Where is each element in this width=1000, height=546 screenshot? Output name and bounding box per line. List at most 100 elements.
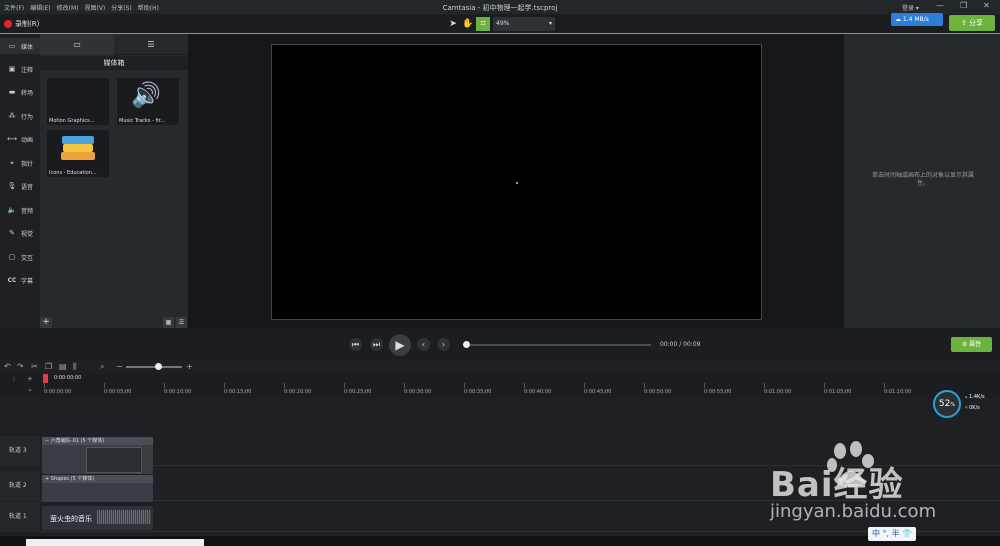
close-button[interactable]: ✕ <box>983 1 990 10</box>
scrub-bar[interactable] <box>465 344 651 346</box>
select-tool-icon[interactable]: ➤ <box>446 17 460 31</box>
redo-icon[interactable]: ↷ <box>17 362 24 371</box>
track-label[interactable]: 轨道 3 <box>0 436 40 466</box>
track-label[interactable]: 轨道 2 <box>0 471 40 501</box>
step-back-icon[interactable]: ⏮ <box>349 338 362 351</box>
sidebar-item-annotations[interactable]: ▣ 注释 <box>0 61 40 77</box>
cursor-icon: ⌖ <box>10 158 14 167</box>
add-track-icon[interactable]: + <box>27 375 33 383</box>
tab-library[interactable]: ☰ <box>114 34 188 55</box>
properties-button[interactable]: ⚙ 属性 <box>951 337 992 352</box>
list-view-icon[interactable]: ☰ <box>176 317 187 328</box>
timeline-zoom-slider[interactable] <box>126 366 182 368</box>
clip-header: + Shapes (5 个媒体) <box>42 475 153 483</box>
view-toggle: ▦ ☰ <box>163 317 187 328</box>
ruler-tick-mark <box>284 383 285 388</box>
zoom-select[interactable]: 49% ▾ <box>493 17 555 31</box>
media-bin-title: 媒体箱 <box>40 56 188 70</box>
cut-icon[interactable]: ✂ <box>31 362 38 371</box>
sidebar-item-voice[interactable]: 🎙 语音 <box>0 178 40 194</box>
tab-media-bin[interactable]: ▭ <box>40 34 114 55</box>
books-icon <box>61 132 95 166</box>
paste-icon[interactable]: ▤ <box>59 362 67 371</box>
media-item-label: Motion Graphics... <box>49 118 95 124</box>
clip-thumbnail <box>86 447 142 473</box>
audio-clip[interactable]: 萤火虫的音乐 <box>42 506 153 530</box>
login-button[interactable]: 登录 ▾ <box>902 3 919 12</box>
ruler-tick-mark <box>404 383 405 388</box>
zoom-out-icon[interactable]: − <box>116 362 123 371</box>
next-icon[interactable]: › <box>437 338 450 351</box>
shapes-clip[interactable]: + Shapes (5 个媒体) <box>42 475 153 502</box>
copy-icon[interactable]: ❐ <box>45 362 52 371</box>
sidebar-item-audio[interactable]: 🔈 音频 <box>0 202 40 218</box>
add-media-button[interactable]: + <box>40 317 52 328</box>
audio-clip-name: 萤火虫的音乐 <box>50 515 92 523</box>
sidebar-item-label: 注释 <box>21 66 34 74</box>
previous-icon[interactable]: ‹ <box>417 338 430 351</box>
sidebar-item-label: 转场 <box>21 89 34 97</box>
collapse-icon[interactable]: ⌄ <box>27 385 33 393</box>
sidebar-item-cursor[interactable]: ⌖ 指针 <box>0 155 40 171</box>
chevron-down-icon: ▾ <box>548 20 552 27</box>
media-item-music-tracks[interactable]: 🔊 Music Tracks - fir... <box>117 78 179 125</box>
sidebar-item-label: 指针 <box>21 160 34 168</box>
sidebar-item-visual[interactable]: ✎ 视觉 <box>0 225 40 241</box>
pan-tool-icon[interactable]: ✋ <box>461 17 475 31</box>
zoom-in-icon[interactable]: + <box>186 362 193 371</box>
properties-panel: 单击时间轴或画布上的对象以显示其属性。 <box>844 34 1000 328</box>
timeline-zoom-handle[interactable] <box>155 363 162 370</box>
track-label[interactable]: 轨道 1 <box>0 502 40 532</box>
ruler-tick-mark <box>704 383 705 388</box>
media-tabs: ▭ ☰ <box>40 34 188 55</box>
sidebar-item-label: 动画 <box>21 136 34 144</box>
playhead[interactable] <box>43 374 48 383</box>
ruler-tick-mark <box>884 383 885 388</box>
split-icon[interactable]: ⫼ <box>73 362 77 372</box>
minimize-button[interactable]: — <box>936 1 944 10</box>
record-button[interactable]: 录制(R) <box>4 19 39 29</box>
window-title: Camtasia - 初中物理一起学.tscproj <box>442 4 558 12</box>
captions-icon: CC <box>7 276 17 284</box>
crop-tool-icon[interactable]: ⌗ <box>476 17 490 31</box>
step-forward-icon[interactable]: ⏭ <box>370 338 383 351</box>
maximize-button[interactable]: ❐ <box>960 1 967 10</box>
baidu-watermark: Bai经验 jingyan.baidu.com <box>740 437 1000 527</box>
ruler-tick-mark <box>224 383 225 388</box>
upload-speed: 1.4 MB/s <box>902 16 929 23</box>
ime-indicator[interactable]: 中 °, 半 👕 <box>868 527 917 541</box>
visual-icon: ✎ <box>9 229 15 237</box>
play-icon[interactable]: ▶ <box>389 334 411 356</box>
timeline-ruler[interactable]: ⋮ + ⌄ 0:00:00;00 0:00:00;00 0:00:05;00 0:0… <box>0 374 1000 398</box>
sidebar-item-media[interactable]: ▭ 媒体 <box>0 38 40 54</box>
ruler-tick-label: 0:00:40;00 <box>524 389 552 395</box>
waveform <box>97 510 151 524</box>
group-clip[interactable]: − 六角编队-01 (5 个媒体) <box>42 437 153 474</box>
undo-icon[interactable]: ↶ <box>4 362 11 371</box>
share-button[interactable]: ⇪ 分享 <box>949 15 995 31</box>
sidebar-item-interaction[interactable]: ▢ 交互 <box>0 249 40 265</box>
search-icon[interactable]: ⌕ <box>100 362 104 372</box>
speaker-icon: 🔊 <box>131 81 161 109</box>
ruler-tick-label: 0:00:20;00 <box>284 389 312 395</box>
sidebar-item-captions[interactable]: CC 字幕 <box>0 272 40 288</box>
sidebar-item-animations[interactable]: ⟷ 动画 <box>0 131 40 147</box>
media-item-label: Icons - Education... <box>49 170 97 176</box>
scrub-handle[interactable] <box>463 341 470 348</box>
ruler-tick-label: 0:00:35;00 <box>464 389 492 395</box>
record-icon <box>4 20 12 28</box>
timeline-toolbar: ↶ ↷ ✂ ❐ ▤ ⫼ ⌕ − + <box>0 360 1000 374</box>
main-toolbar: 录制(R) ➤ ✋ ⌗ 49% ▾ <box>0 14 1000 34</box>
media-item-label: Music Tracks - fir... <box>119 118 166 124</box>
taskbar-item[interactable] <box>26 539 204 546</box>
media-item-icons-education[interactable]: Icons - Education... <box>47 130 109 177</box>
grid-view-icon[interactable]: ▦ <box>163 317 174 328</box>
sidebar-item-transitions[interactable]: ▬ 转场 <box>0 84 40 100</box>
interaction-icon: ▢ <box>8 253 16 261</box>
upload-speed-badge[interactable]: ☁ 1.4 MB/s <box>891 13 943 26</box>
media-item-motion-graphics[interactable]: Motion Graphics... <box>47 78 109 125</box>
drag-handle-icon[interactable]: ⋮ <box>11 376 17 383</box>
preview-canvas[interactable] <box>271 44 762 320</box>
sidebar-item-behaviors[interactable]: ⁂ 行为 <box>0 108 40 124</box>
cpu-gauge[interactable]: 52% <box>933 390 961 418</box>
